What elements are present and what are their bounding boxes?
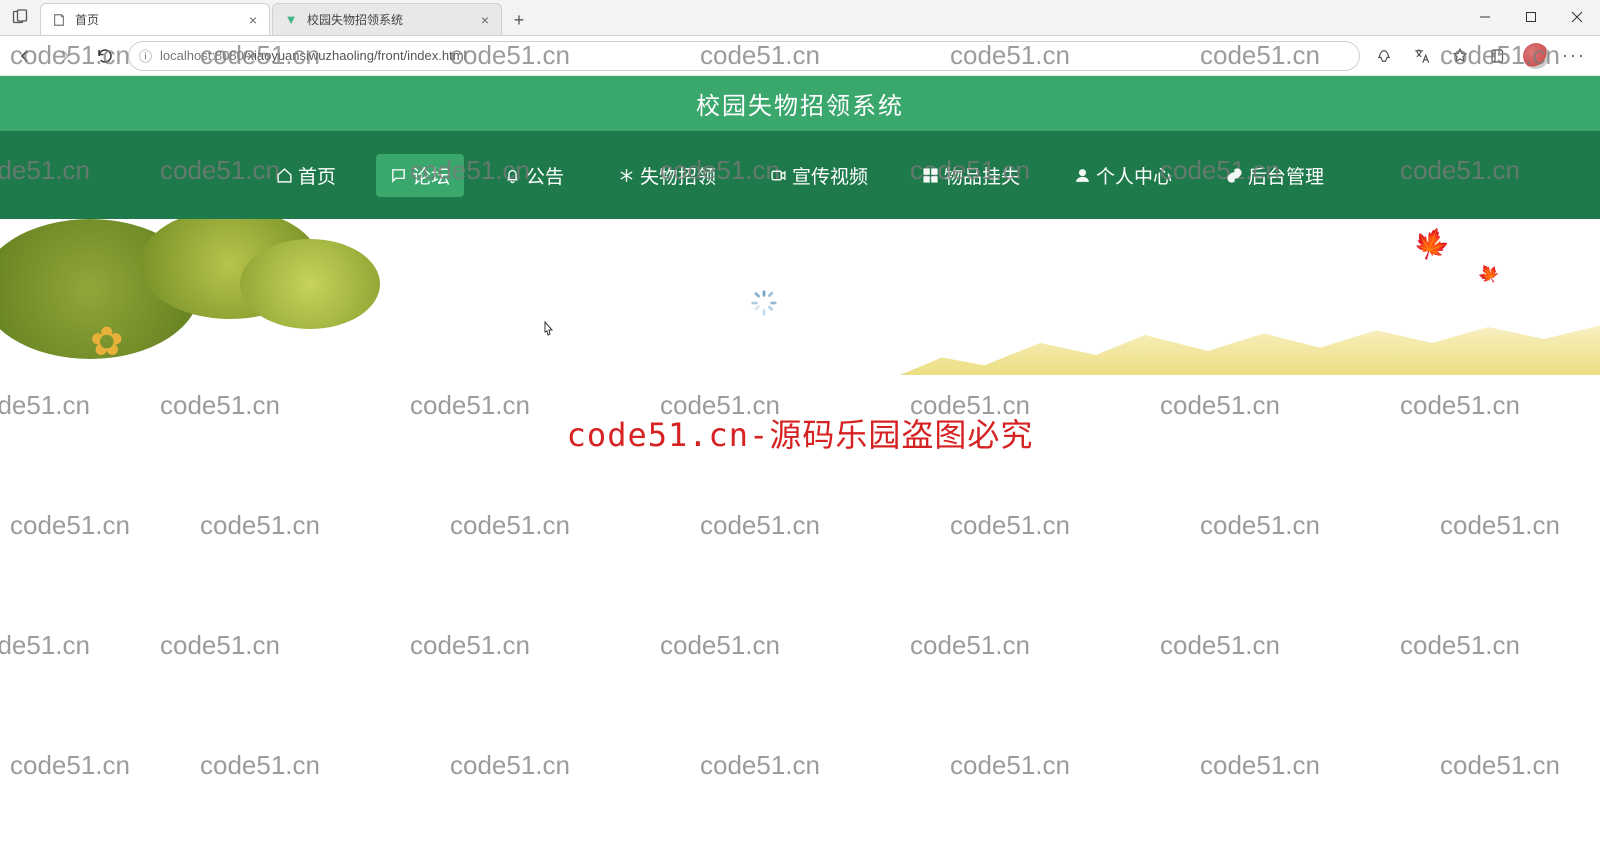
- watermark-text: code51.cn: [910, 630, 1030, 661]
- watermark-text: code51.cn: [950, 750, 1070, 781]
- watermark-text: code51.cn: [450, 510, 570, 541]
- watermark-text: code51.cn: [10, 510, 130, 541]
- watermark-text: code51.cn: [1160, 390, 1280, 421]
- nav-label: 后台管理: [1248, 162, 1324, 189]
- avatar-icon: [1523, 43, 1549, 69]
- nav-item-asterisk[interactable]: 失物招领: [604, 154, 730, 197]
- nav-item-bell[interactable]: 公告: [490, 154, 578, 197]
- tab-close-icon[interactable]: ×: [479, 12, 491, 28]
- nav-item-chat[interactable]: 论坛: [376, 154, 464, 197]
- page-favicon-icon: [51, 12, 67, 28]
- page-title: 校园失物招领系统: [0, 76, 1600, 131]
- browser-tab-1[interactable]: ▼ 校园失物招领系统 ×: [272, 3, 502, 35]
- watermark-text: code51.cn: [410, 630, 530, 661]
- pointer-cursor-icon: [540, 321, 556, 339]
- tab-title: 首页: [75, 11, 247, 28]
- nav-item-user[interactable]: 个人中心: [1060, 154, 1186, 197]
- window-close-button[interactable]: [1554, 0, 1600, 35]
- bell-icon: [504, 167, 521, 184]
- hero-banner: ✿ 🍁 🍁: [0, 219, 1600, 375]
- watermark-text: code51.cn: [1400, 390, 1520, 421]
- nav-label: 公告: [526, 162, 564, 189]
- nav-item-grid[interactable]: 物品挂失: [908, 154, 1034, 197]
- browser-tab-0[interactable]: 首页 ×: [40, 3, 270, 35]
- watermark-text: code51.cn: [410, 390, 530, 421]
- favorites-icon[interactable]: [1442, 40, 1478, 72]
- home-icon: [276, 167, 293, 184]
- link-icon: [1226, 167, 1243, 184]
- nav-label: 物品挂失: [944, 162, 1020, 189]
- nav-item-home[interactable]: 首页: [262, 154, 350, 197]
- watermark-text: code51.cn: [160, 390, 280, 421]
- user-icon: [1074, 167, 1091, 184]
- profile-button[interactable]: [1518, 40, 1554, 72]
- url-text: localhost:8080/xiaoyuansiwuzhaoling/fron…: [160, 48, 466, 63]
- tab-close-icon[interactable]: ×: [247, 12, 259, 28]
- maple-leaf-icon: 🍁: [1474, 260, 1504, 289]
- nav-label: 宣传视频: [792, 162, 868, 189]
- url-input[interactable]: ⓘ localhost:8080/xiaoyuansiwuzhaoling/fr…: [128, 41, 1360, 71]
- tree-graphic: ✿: [0, 219, 400, 375]
- watermark-text: code51.cn: [1440, 510, 1560, 541]
- watermark-text: code51.cn: [700, 510, 820, 541]
- watermark-text: code51.cn: [700, 750, 820, 781]
- nav-label: 论坛: [412, 162, 450, 189]
- more-menu-button[interactable]: ···: [1556, 40, 1592, 72]
- watermark-text: code51.cn: [1440, 750, 1560, 781]
- chat-icon: [390, 167, 407, 184]
- watermark-text: code51.cn: [10, 750, 130, 781]
- nav-label: 失物招领: [640, 162, 716, 189]
- asterisk-icon: [618, 167, 635, 184]
- nav-back-button[interactable]: [8, 40, 42, 72]
- watermark-text: code51.cn: [160, 630, 280, 661]
- nav-label: 个人中心: [1096, 162, 1172, 189]
- nav-label: 首页: [298, 162, 336, 189]
- watermark-text: code51.cn: [1160, 630, 1280, 661]
- collections-icon[interactable]: [1480, 40, 1516, 72]
- read-aloud-icon[interactable]: [1366, 40, 1402, 72]
- nav-refresh-button[interactable]: [88, 40, 122, 72]
- watermark-text: code51.cn: [950, 510, 1070, 541]
- watermark-text: code51.cn: [200, 510, 320, 541]
- video-icon: [770, 167, 787, 184]
- tab-title: 校园失物招领系统: [307, 11, 479, 28]
- site-info-icon[interactable]: ⓘ: [139, 46, 152, 65]
- window-minimize-button[interactable]: [1462, 0, 1508, 35]
- nav-forward-button[interactable]: [48, 40, 82, 72]
- vue-favicon-icon: ▼: [283, 12, 299, 28]
- translate-icon[interactable]: [1404, 40, 1440, 72]
- watermark-text: code51.cn: [0, 630, 90, 661]
- watermark-notice: code51.cn-源码乐园盗图必究: [567, 410, 1034, 456]
- browser-address-bar: ⓘ localhost:8080/xiaoyuansiwuzhaoling/fr…: [0, 36, 1600, 76]
- watermark-text: code51.cn: [1200, 510, 1320, 541]
- watermark-text: code51.cn: [1200, 750, 1320, 781]
- watermark-text: code51.cn: [450, 750, 570, 781]
- watermark-text: code51.cn: [660, 630, 780, 661]
- maple-leaf-icon: 🍁: [1408, 222, 1455, 268]
- tab-actions-icon[interactable]: [0, 0, 40, 35]
- nav-item-link[interactable]: 后台管理: [1212, 154, 1338, 197]
- loading-spinner-icon: [750, 289, 778, 317]
- new-tab-button[interactable]: +: [504, 5, 534, 35]
- hill-graphic: [900, 295, 1600, 375]
- watermark-text: code51.cn: [0, 390, 90, 421]
- grid-icon: [922, 167, 939, 184]
- watermark-text: code51.cn: [200, 750, 320, 781]
- nav-item-video[interactable]: 宣传视频: [756, 154, 882, 197]
- browser-titlebar: 首页 × ▼ 校园失物招领系统 × +: [0, 0, 1600, 36]
- watermark-text: code51.cn: [1400, 630, 1520, 661]
- window-maximize-button[interactable]: [1508, 0, 1554, 35]
- main-nav: 首页 论坛 公告 失物招领 宣传视频 物品挂失 个人中心 后台管理: [0, 131, 1600, 219]
